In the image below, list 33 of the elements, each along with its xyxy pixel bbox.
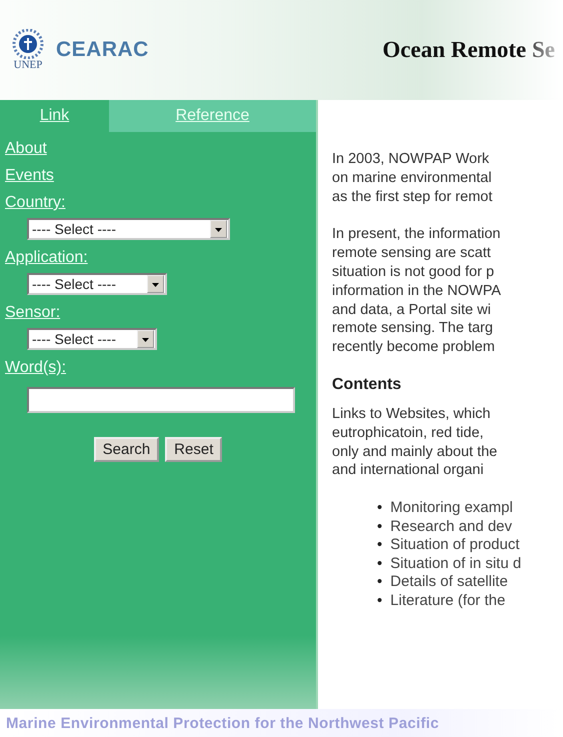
paragraph: In 2003, NOWPAP Work on marine environmental as the first step for remot (332, 150, 494, 206)
sidebar-link[interactable]: About (5, 135, 47, 162)
list-item: Literature (for the (390, 592, 506, 610)
paragraph: In present, the information remote sensing are scatt situation is not good for p information in the NOWPA and data, a Portal site wi remote sensing. The targ recently become problem (332, 225, 502, 357)
select-dropdown[interactable]: ---- Select ---- (27, 218, 230, 240)
list-bullet: • (377, 592, 382, 610)
list-bullet: • (377, 536, 382, 555)
tab[interactable]: Reference (109, 100, 316, 132)
paragraph: Links to Websites, which eutrophicatoin, red tide, only and mainly about the and international organi (332, 404, 498, 480)
list-item: Situation of product (390, 536, 520, 555)
sidebar-link[interactable]: Application: (5, 244, 88, 271)
sidebar-link[interactable]: Word(s): (5, 354, 66, 381)
sidebar-link[interactable]: Sensor: (5, 299, 60, 326)
list-item: Research and dev (390, 518, 512, 536)
select-dropdown[interactable]: ---- Select ---- (27, 273, 167, 295)
logo-caption: UNEP (14, 59, 42, 71)
globe-logo-icon (12, 29, 44, 59)
list-bullet: • (377, 573, 382, 592)
sidebar-link[interactable]: Country: (5, 189, 66, 216)
list-item: Situation of in situ d (390, 554, 522, 574)
search-field[interactable] (27, 387, 295, 413)
logo-text: CEARAC (56, 38, 149, 62)
list-item: Monitoring exampl (390, 499, 513, 518)
select-dropdown[interactable]: ---- Select ---- (27, 328, 157, 350)
reset-button[interactable]: Reset (165, 437, 222, 462)
search-button[interactable]: Search (94, 437, 160, 462)
list-bullet: • (377, 499, 382, 518)
sidebar-link[interactable]: Events (5, 162, 54, 189)
footer-text: Marine Environmental Protection for the Northwest Pacific (6, 714, 440, 732)
list-bullet: • (377, 554, 382, 574)
list-item: Details of satellite (390, 573, 508, 592)
list-bullet: • (377, 518, 382, 536)
section-heading: Contents (332, 376, 402, 394)
